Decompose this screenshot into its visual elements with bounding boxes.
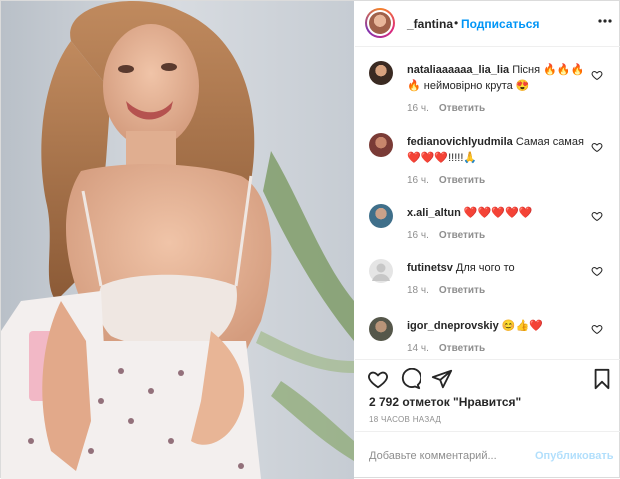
author-avatar[interactable]: [365, 8, 395, 38]
comment-meta: 16 ч. Ответить: [407, 175, 485, 186]
heart-icon[interactable]: [591, 323, 603, 335]
comments-list[interactable]: nataliaaaaaa_lia_lia Пісня 🔥🔥🔥 🔥 неймові…: [355, 47, 620, 359]
comment-time: 18 ч.: [407, 285, 429, 296]
commenter-avatar[interactable]: [369, 259, 393, 283]
reply-button[interactable]: Ответить: [439, 285, 485, 296]
heart-icon[interactable]: [591, 141, 603, 153]
comment-meta: 14 ч. Ответить: [407, 343, 485, 354]
post-actions: [355, 359, 620, 395]
commenter-username[interactable]: fedianovichlyudmila: [407, 136, 513, 148]
commenter-avatar[interactable]: [369, 204, 393, 228]
comment-text: x.ali_altun ❤️❤️❤️❤️❤️: [407, 207, 533, 219]
post-panel: _fantina • Подписаться nataliaaaaaa_lia_…: [355, 1, 620, 479]
instagram-post: _fantina • Подписаться nataliaaaaaa_lia_…: [0, 0, 620, 479]
reply-button[interactable]: Ответить: [439, 103, 485, 114]
comment-meta: 18 ч. Ответить: [407, 285, 485, 296]
post-photo-illustration: [1, 1, 354, 479]
reply-button[interactable]: Ответить: [439, 175, 485, 186]
post-header: _fantina • Подписаться: [355, 1, 620, 47]
default-avatar-icon: [372, 263, 390, 281]
comment-time: 16 ч.: [407, 175, 429, 186]
comment-text: nataliaaaaaa_lia_lia Пісня 🔥🔥🔥 🔥 неймові…: [407, 64, 585, 92]
publish-button[interactable]: Опубликовать: [535, 450, 614, 462]
commenter-username[interactable]: nataliaaaaaa_lia_lia: [407, 64, 509, 76]
heart-icon[interactable]: [591, 210, 603, 222]
commenter-avatar[interactable]: [369, 61, 393, 85]
commenter-avatar[interactable]: [369, 317, 393, 341]
reply-button[interactable]: Ответить: [439, 230, 485, 241]
heart-icon[interactable]: [591, 69, 603, 81]
separator-dot: •: [454, 16, 459, 30]
comment-text: igor_dneprovskiy 😊👍❤️: [407, 320, 543, 332]
comment-meta: 16 ч. Ответить: [407, 230, 485, 241]
heart-icon[interactable]: [591, 265, 603, 277]
commenter-username[interactable]: igor_dneprovskiy: [407, 320, 499, 332]
comment-text: futinetsv Для чого то: [407, 262, 515, 274]
add-comment-bar: Опубликовать: [355, 431, 620, 479]
comment-meta: 16 ч. Ответить: [407, 103, 485, 114]
share-icon[interactable]: [431, 368, 453, 390]
post-time: 18 ЧАСОВ НАЗАД: [369, 415, 442, 424]
commenter-username[interactable]: x.ali_altun: [407, 207, 461, 219]
more-icon[interactable]: [595, 11, 615, 31]
comment-text: fedianovichlyudmila Самая самая ❤️❤️❤️!!…: [407, 136, 584, 164]
comment-time: 16 ч.: [407, 103, 429, 114]
commenter-avatar[interactable]: [369, 133, 393, 157]
comment-icon[interactable]: [399, 368, 421, 390]
comment-time: 16 ч.: [407, 230, 429, 241]
post-photo[interactable]: [1, 1, 354, 479]
comment-input[interactable]: [369, 450, 519, 462]
follow-button[interactable]: Подписаться: [461, 17, 539, 31]
commenter-username[interactable]: futinetsv: [407, 262, 453, 274]
heart-icon[interactable]: [367, 368, 389, 390]
reply-button[interactable]: Ответить: [439, 343, 485, 354]
likes-count[interactable]: 2 792 отметок "Нравится": [369, 395, 521, 409]
comment-time: 14 ч.: [407, 343, 429, 354]
author-username[interactable]: _fantina: [407, 17, 453, 31]
bookmark-icon[interactable]: [591, 368, 613, 390]
